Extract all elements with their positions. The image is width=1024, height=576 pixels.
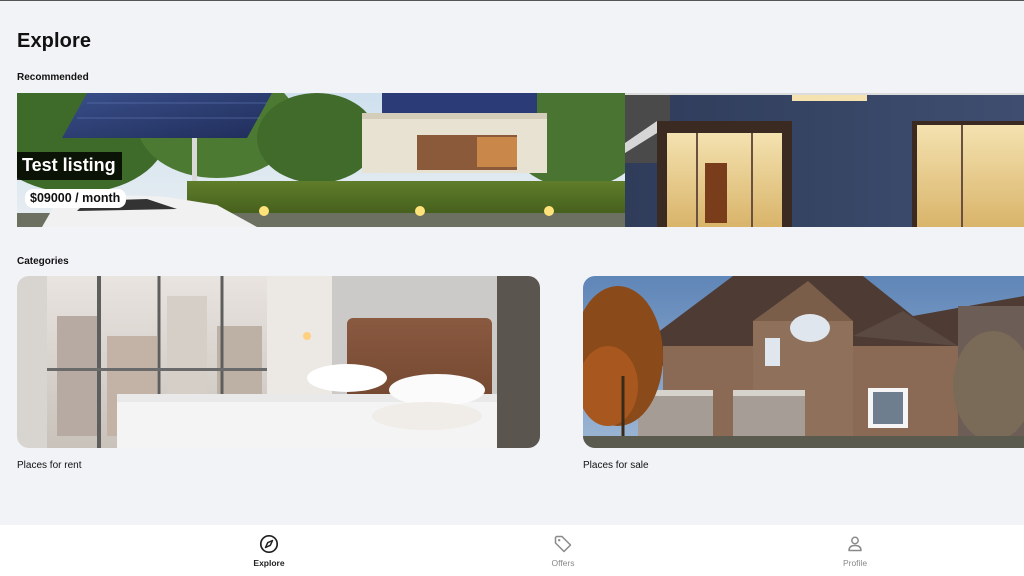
recommended-heading: Recommended [17, 72, 89, 83]
user-icon [845, 534, 865, 554]
nav-label-profile: Profile [842, 558, 868, 568]
nav-item-explore[interactable]: Explore [209, 525, 329, 576]
category-card-rent[interactable] [17, 276, 540, 448]
page-title: Explore [17, 30, 92, 52]
recommended-listing-card[interactable]: Test listing $09000 / month [17, 93, 1024, 227]
compass-icon [259, 534, 279, 554]
categories-heading: Categories [17, 256, 69, 267]
house-photo [583, 276, 1024, 448]
tag-icon [553, 534, 573, 554]
nav-label-offers: Offers [551, 558, 575, 568]
nav-item-offers[interactable]: Offers [503, 525, 623, 576]
bedroom-photo [17, 276, 540, 448]
listing-title: Test listing [17, 152, 122, 180]
listing-price-badge: $09000 / month [25, 189, 127, 208]
top-border [0, 0, 1024, 1]
nav-item-profile[interactable]: Profile [795, 525, 915, 576]
nav-label-explore: Explore [253, 558, 285, 568]
bottom-navigation: Explore Offers Profile [0, 525, 1024, 576]
category-label-sale[interactable]: Places for sale [583, 460, 649, 471]
listing-photo [17, 93, 1024, 227]
category-label-rent[interactable]: Places for rent [17, 460, 81, 471]
category-card-sale[interactable] [583, 276, 1024, 448]
